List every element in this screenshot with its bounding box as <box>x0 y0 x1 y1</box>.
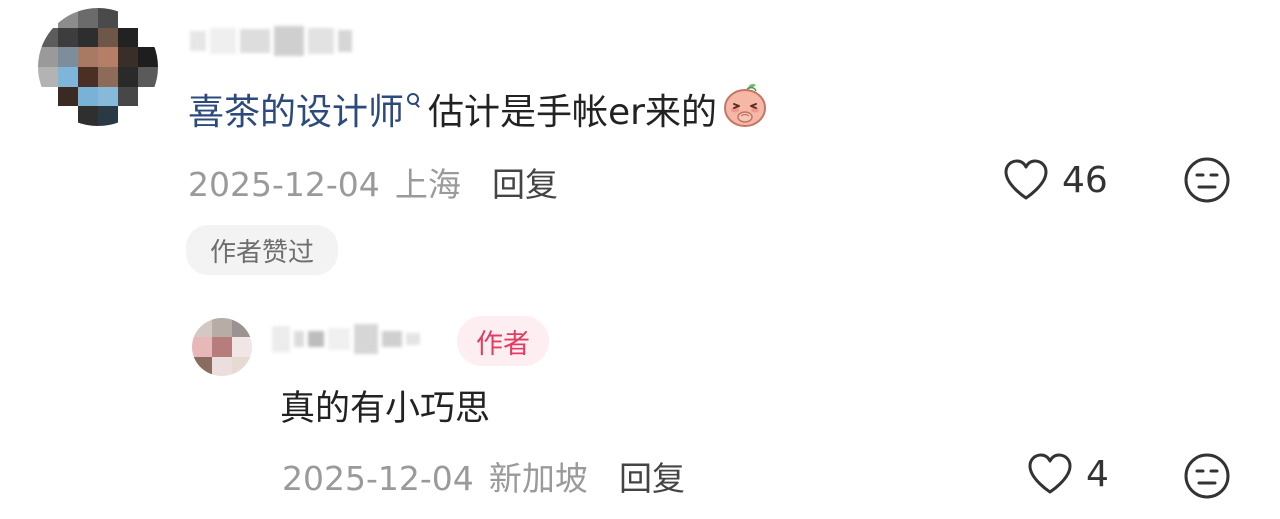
reply-meta: 2025-12-04 新加坡 回复 <box>282 452 685 500</box>
comment-text: 喜茶的设计师 估计是手帐er来的 <box>188 84 769 140</box>
comment-location: 上海 <box>394 165 461 204</box>
heart-icon <box>1028 453 1072 494</box>
shy-peach-emoji-icon <box>721 82 769 140</box>
mention-label: 喜茶的设计师 <box>188 92 405 133</box>
author-tag: 作者 <box>457 316 549 366</box>
like-button[interactable]: 46 <box>1002 158 1108 202</box>
reply-location: 新加坡 <box>488 459 588 498</box>
reply-text: 真的有小巧思 <box>280 389 491 429</box>
neutral-face-icon <box>1184 157 1230 203</box>
comment-body: 估计是手帐er来的 <box>428 92 717 133</box>
neutral-face-icon <box>1184 453 1230 499</box>
reply-reply-button[interactable]: 回复 <box>619 459 685 498</box>
comment-meta: 2025-12-04 上海 回复 <box>188 158 558 206</box>
author-liked-badge: 作者赞过 <box>186 225 338 275</box>
mention-link[interactable]: 喜茶的设计师 <box>188 92 428 133</box>
username-blurred[interactable] <box>190 26 352 56</box>
heart-icon <box>1004 159 1048 200</box>
reply-avatar[interactable] <box>192 318 252 376</box>
reply-like-count: 4 <box>1086 453 1109 495</box>
dislike-button[interactable] <box>1183 156 1231 208</box>
reply-date: 2025-12-04 <box>282 459 474 498</box>
like-count: 46 <box>1062 159 1108 201</box>
reply-username-blurred[interactable] <box>272 324 420 354</box>
avatar[interactable] <box>38 8 158 126</box>
reply-like-button[interactable]: 4 <box>1026 452 1109 496</box>
search-icon <box>406 90 420 114</box>
comment-date: 2025-12-04 <box>188 165 380 204</box>
reply-button[interactable]: 回复 <box>492 165 558 204</box>
reply-dislike-button[interactable] <box>1183 452 1231 504</box>
